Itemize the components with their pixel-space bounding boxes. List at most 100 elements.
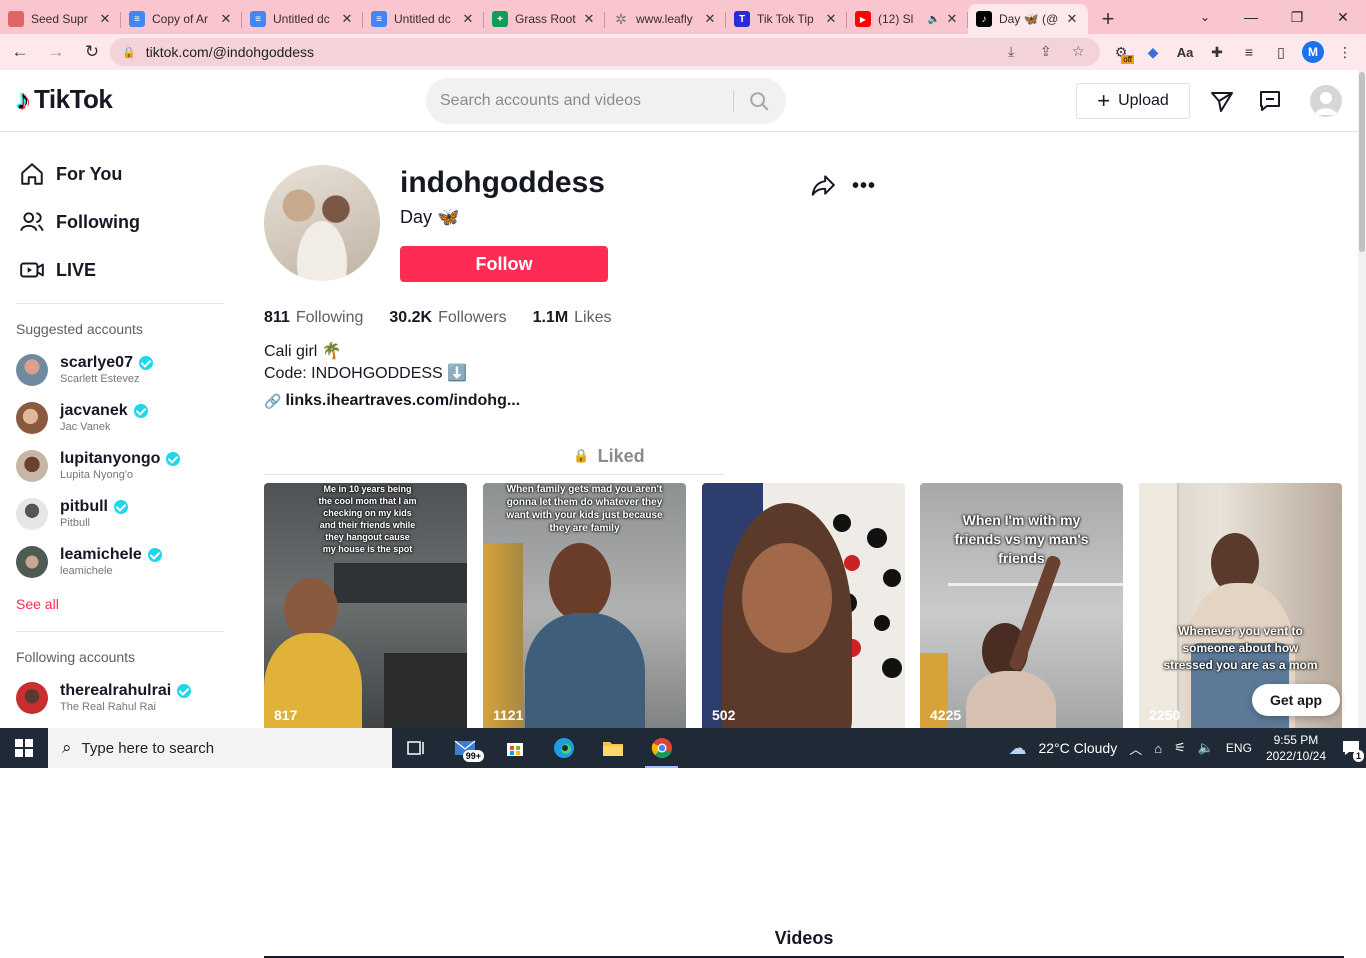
restore-icon[interactable]: ❐ [1274, 0, 1320, 34]
kitchen-hood [334, 563, 467, 603]
tab-title: Untitled dc [273, 12, 330, 26]
browser-tab-active[interactable]: ♪ Day 🦋 (@ ✕ [968, 4, 1088, 34]
following-count[interactable]: 811 [264, 309, 290, 327]
more-options-icon[interactable]: ••• [850, 172, 878, 200]
weather-cloud-icon[interactable]: ☁ [1008, 738, 1026, 759]
video-thumbnail[interactable]: Me in 10 years being the cool mom that I… [264, 483, 467, 728]
mail-icon[interactable]: 99+ [441, 728, 490, 768]
get-app-button[interactable]: Get app [1252, 684, 1340, 716]
share-icon[interactable] [810, 172, 838, 200]
close-tab-icon[interactable]: ✕ [581, 11, 597, 27]
upload-label: Upload [1118, 92, 1169, 109]
edge-browser-icon[interactable] [539, 728, 588, 768]
inbox-icon[interactable] [1256, 87, 1284, 115]
tab-title: Grass Root [515, 12, 576, 26]
extension-off-icon[interactable]: ⚙ off [1108, 39, 1134, 65]
media-queue-icon[interactable]: ≡ [1236, 39, 1262, 65]
close-tab-icon[interactable]: ✕ [944, 11, 960, 27]
chrome-icon[interactable] [637, 728, 686, 768]
back-icon[interactable]: ← [4, 36, 36, 68]
close-tab-icon[interactable]: ✕ [460, 11, 476, 27]
sidebar-item-following[interactable]: Following [18, 208, 140, 236]
task-view-icon[interactable] [392, 728, 441, 768]
extension-diamond-icon[interactable]: ◆ [1140, 39, 1166, 65]
menu-icon[interactable]: ⋮ [1332, 39, 1358, 65]
lock-icon[interactable]: 🔒 [122, 46, 136, 59]
browser-tab[interactable]: ≡ Copy of Ar ✕ [121, 4, 242, 34]
messages-send-icon[interactable] [1208, 87, 1236, 115]
clock[interactable]: 9:55 PM 2022/10/24 [1266, 732, 1326, 764]
account-username: scarlye07 [60, 354, 133, 371]
close-tab-icon[interactable]: ✕ [218, 11, 234, 27]
browser-tab[interactable]: Seed Supr ✕ [0, 4, 121, 34]
tab-liked[interactable]: 🔒 Liked [494, 438, 724, 474]
share-icon[interactable]: ⇪ [1040, 43, 1052, 60]
suggested-account[interactable]: jacvanek Jac Vanek [16, 398, 226, 438]
browser-tab[interactable]: ✲ www.leafly ✕ [605, 4, 726, 34]
reload-icon[interactable]: ↻ [76, 36, 108, 68]
close-tab-icon[interactable]: ✕ [339, 11, 355, 27]
suggested-account[interactable]: leamichele leamichele [16, 542, 226, 582]
new-tab-button[interactable]: + [1088, 4, 1128, 34]
network-icon[interactable]: ⌂ [1154, 741, 1162, 756]
followers-count[interactable]: 30.2K [389, 309, 432, 327]
install-icon[interactable]: ⤓ [1008, 43, 1014, 60]
browser-tab[interactable]: T Tik Tok Tip ✕ [726, 4, 847, 34]
sidebar-item-for-you[interactable]: For You [18, 160, 122, 188]
play-count: 502 [712, 707, 736, 723]
close-tab-icon[interactable]: ✕ [1064, 11, 1080, 27]
upload-button[interactable]: + Upload [1076, 83, 1190, 119]
user-avatar[interactable] [1310, 85, 1342, 117]
tab-videos[interactable]: Videos [264, 921, 1344, 958]
close-window-icon[interactable]: ✕ [1320, 0, 1366, 34]
microsoft-store-icon[interactable] [490, 728, 539, 768]
page-scrollbar[interactable] [1358, 70, 1366, 728]
scrollbar-thumb[interactable] [1359, 72, 1365, 252]
browser-tab[interactable]: ≡ Untitled dc ✕ [363, 4, 484, 34]
address-bar[interactable]: 🔒 tiktok.com/@indohgoddess ⤓ ⇪ ☆ [110, 38, 1100, 66]
profile-link[interactable]: 🔗 links.iheartraves.com/indohg... [264, 392, 520, 410]
weather-text[interactable]: 22°C Cloudy [1038, 740, 1117, 756]
follow-button[interactable]: Follow [400, 246, 608, 282]
verified-badge-icon [147, 548, 162, 562]
profile-username: indohgoddess [400, 166, 605, 199]
browser-tab[interactable]: + Grass Root ✕ [484, 4, 605, 34]
suggested-account[interactable]: scarlye07 Scarlett Estevez [16, 350, 226, 390]
sidebar-item-live[interactable]: LIVE [18, 256, 96, 284]
forward-icon[interactable]: → [40, 36, 72, 68]
video-thumbnail[interactable]: When family gets mad you aren't gonna le… [483, 483, 686, 728]
wifi-off-icon[interactable]: ⚟ [1174, 740, 1186, 756]
tiktok-logo[interactable]: ♪ TikTok [16, 84, 113, 115]
speaker-icon[interactable]: 🔈 [928, 14, 940, 25]
avatar [16, 450, 48, 482]
windows-start-icon[interactable] [0, 728, 48, 768]
close-tab-icon[interactable]: ✕ [97, 11, 113, 27]
show-hidden-icons-icon[interactable]: ︿ [1129, 739, 1142, 758]
reader-icon[interactable]: Aa [1172, 39, 1198, 65]
bookmark-star-icon[interactable]: ☆ [1072, 43, 1085, 60]
search-input[interactable] [440, 78, 730, 124]
taskbar-search-box[interactable]: ⌕ Type here to search [48, 728, 392, 768]
video-thumbnail[interactable]: 502 [702, 483, 905, 728]
video-thumbnail[interactable]: When I'm with my friends vs my man's fri… [920, 483, 1123, 728]
puzzle-icon[interactable]: ✚ [1204, 39, 1230, 65]
see-all-link[interactable]: See all [16, 596, 59, 612]
close-tab-icon[interactable]: ✕ [702, 11, 718, 27]
file-explorer-icon[interactable] [588, 728, 637, 768]
notification-center-icon[interactable]: 1 [1336, 728, 1366, 768]
search-icon[interactable] [744, 87, 774, 115]
language-indicator[interactable]: ENG [1226, 741, 1252, 755]
browser-tab[interactable]: ▶ (12) Sl 🔈 ✕ [847, 4, 968, 34]
volume-icon[interactable]: 🔈 [1198, 740, 1214, 756]
profile-avatar[interactable]: M [1300, 39, 1326, 65]
followers-label: Followers [438, 309, 507, 326]
side-panel-icon[interactable]: ▯ [1268, 39, 1294, 65]
tab-search-icon[interactable]: ⌄ [1188, 0, 1222, 34]
play-count: 817 [274, 707, 298, 723]
browser-tab[interactable]: ≡ Untitled dc ✕ [242, 4, 363, 34]
suggested-account[interactable]: pitbull Pitbull [16, 494, 226, 534]
close-tab-icon[interactable]: ✕ [823, 11, 839, 27]
following-account[interactable]: therealrahulrai The Real Rahul Rai [16, 678, 226, 718]
minimize-icon[interactable]: — [1228, 0, 1274, 34]
suggested-account[interactable]: lupitanyongo Lupita Nyong'o [16, 446, 226, 486]
